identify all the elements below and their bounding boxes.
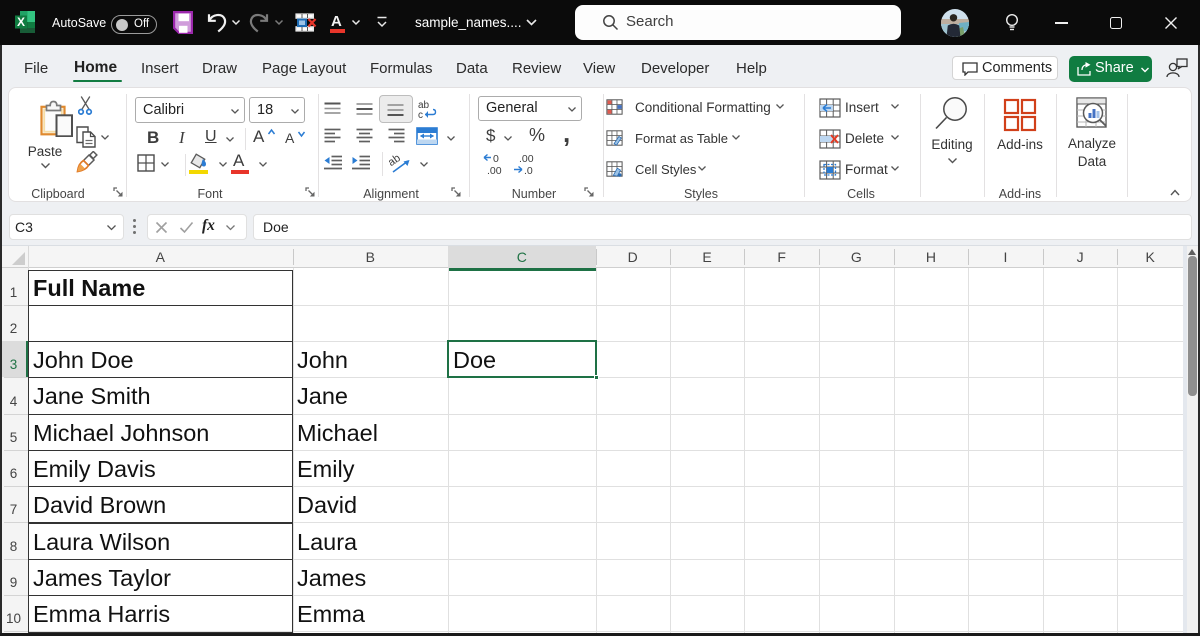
svg-text:c: c: [418, 110, 423, 119]
svg-text:.00: .00: [487, 165, 502, 177]
svg-text:X: X: [17, 15, 25, 29]
svg-text:.0: .0: [524, 165, 533, 177]
svg-text:.00: .00: [519, 153, 534, 165]
svg-text:0: 0: [493, 153, 499, 165]
